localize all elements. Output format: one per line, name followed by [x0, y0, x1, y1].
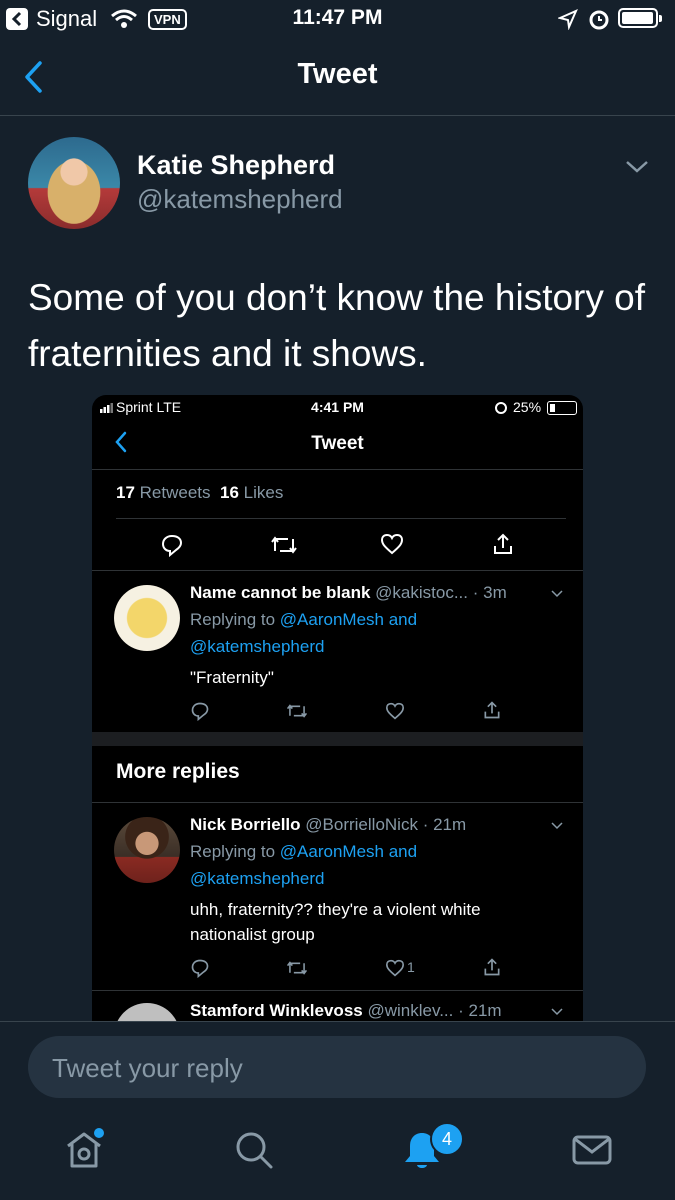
- like-icon: [385, 959, 405, 977]
- reply-author-handle: @kakistoc...: [375, 583, 469, 602]
- search-icon[interactable]: [232, 1128, 276, 1172]
- location-icon: [558, 9, 578, 30]
- tweet-stats: 17 Retweets 16 Likes: [116, 483, 283, 503]
- likes-count: 16: [219, 483, 239, 502]
- embedded-time: 4:41 PM: [311, 399, 364, 415]
- replying-to-link: @katemshepherd: [190, 637, 325, 656]
- retweets-label: Retweets: [139, 483, 211, 502]
- battery-icon: [547, 401, 577, 415]
- chevron-down-icon: [551, 822, 563, 830]
- divider: [92, 802, 583, 803]
- reply-input[interactable]: [50, 1036, 614, 1100]
- reply-time: · 3m: [472, 583, 507, 602]
- reply-author-handle: @winklev...: [367, 1001, 454, 1020]
- replying-to: Replying to @AaronMesh and: [190, 842, 417, 862]
- status-bar: Signal VPN 11:47 PM: [0, 0, 675, 40]
- author-handle[interactable]: @katemshepherd: [137, 184, 343, 215]
- chevron-down-icon: [551, 590, 563, 598]
- replying-to-prefix: Replying to: [190, 610, 276, 629]
- page-title: Tweet: [297, 58, 378, 90]
- section-separator: [92, 732, 583, 746]
- replying-to-link: @AaronMesh and: [279, 842, 418, 861]
- share-icon: [484, 701, 500, 719]
- divider: [92, 469, 583, 470]
- reply-icon: [191, 959, 209, 978]
- share-icon: [484, 958, 500, 976]
- tweet-text: Some of you don’t know the history of fr…: [28, 277, 646, 374]
- replying-to-prefix: Replying to: [190, 842, 276, 861]
- replying-to-link: @katemshepherd: [190, 869, 325, 888]
- reply-avatar: [114, 1003, 180, 1021]
- embedded-status-bar: Sprint LTE 4:41 PM 25%: [92, 395, 583, 421]
- share-icon: [494, 533, 512, 554]
- divider: [92, 990, 583, 991]
- home-unread-dot: [94, 1128, 104, 1138]
- reply-icon: [191, 702, 209, 721]
- alarm-icon: [589, 10, 609, 30]
- alarm-icon: [495, 402, 507, 414]
- embedded-battery-percent: 25%: [513, 399, 542, 415]
- divider: [116, 518, 566, 519]
- reply-text: "Fraternity": [190, 668, 274, 687]
- reply-author-name: Nick Borriello: [190, 815, 301, 834]
- reply-header: Name cannot be blank @kakistoc... · 3m: [190, 583, 507, 603]
- reply-header: Stamford Winklevoss @winklev... · 21m: [190, 1001, 502, 1021]
- reply-avatar: [114, 585, 180, 651]
- reply-icon: [161, 534, 183, 557]
- reply-text-line: nationalist group: [190, 925, 315, 944]
- replying-to-link: @AaronMesh and: [279, 610, 418, 629]
- notifications-badge: 4: [430, 1122, 464, 1156]
- replying-to: Replying to @AaronMesh and: [190, 610, 417, 630]
- messages-icon[interactable]: [570, 1128, 614, 1172]
- reply-box[interactable]: [28, 1036, 646, 1100]
- likes-label: Likes: [243, 483, 284, 502]
- reply-author-handle: @BorrielloNick: [305, 815, 418, 834]
- tweet-image[interactable]: Sprint LTE 4:41 PM 25% Tweet 17 Retweets…: [92, 395, 583, 1021]
- chevron-down-icon[interactable]: [624, 158, 650, 176]
- like-icon: [380, 533, 404, 555]
- divider: [0, 115, 675, 116]
- reply-header: Nick Borriello @BorrielloNick · 21m: [190, 815, 466, 835]
- reply-time: · 21m: [458, 1001, 502, 1020]
- reply-author-name: Name cannot be blank: [190, 583, 371, 602]
- retweet-icon: [271, 536, 297, 554]
- chevron-down-icon: [551, 1008, 563, 1016]
- embedded-title: Tweet: [311, 433, 364, 454]
- reply-author-name: Stamford Winklevoss: [190, 1001, 363, 1020]
- battery-icon: [618, 8, 662, 28]
- retweet-icon: [286, 704, 308, 718]
- reply-avatar: [114, 817, 180, 883]
- more-replies-heading: More replies: [116, 760, 240, 783]
- like-icon: [385, 702, 405, 720]
- retweets-count: 17: [116, 483, 135, 502]
- reply-text-line: uhh, fraternity?? they're a violent whit…: [190, 900, 481, 919]
- divider: [92, 570, 583, 571]
- retweet-icon: [286, 961, 308, 975]
- author-name[interactable]: Katie Shepherd: [137, 150, 335, 181]
- divider: [0, 1021, 675, 1022]
- author-avatar[interactable]: [28, 137, 120, 229]
- like-count: 1: [407, 959, 415, 975]
- reply-time: · 21m: [422, 815, 467, 834]
